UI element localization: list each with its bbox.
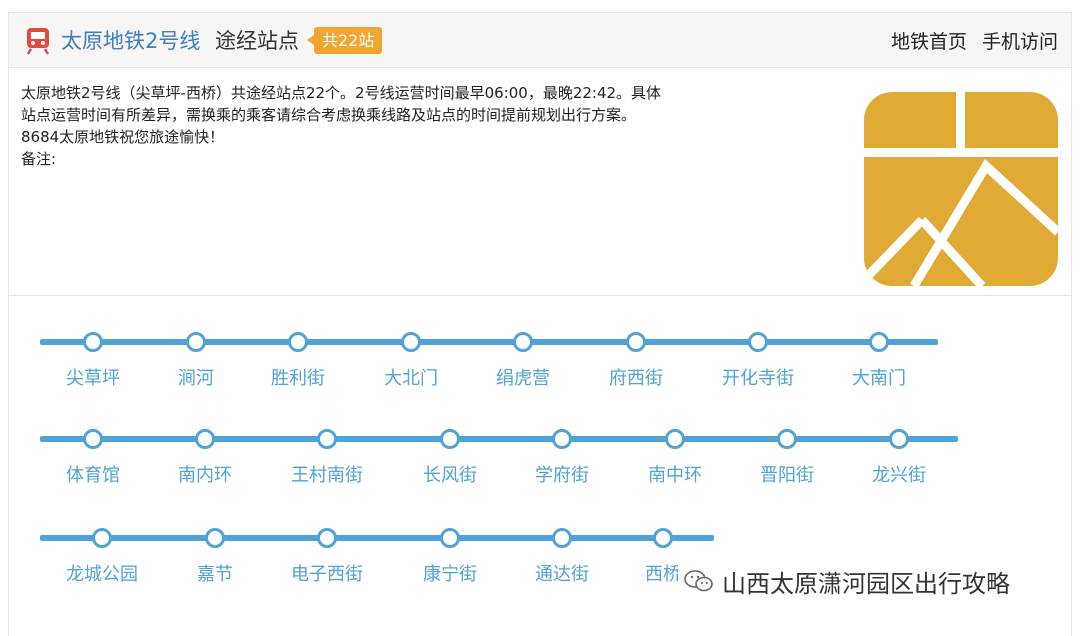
station-name[interactable]: 大南门 xyxy=(819,364,939,390)
header: 太原地铁2号线 途经站点 共22站 地铁首页 手机访问 xyxy=(8,12,1072,68)
station-name[interactable]: 胜利街 xyxy=(238,364,358,390)
station-dot[interactable] xyxy=(440,429,460,449)
station-name[interactable]: 晋阳街 xyxy=(727,461,847,487)
description-line: 太原地铁2号线（尖草坪-西桥）共途经站点22个。2号线运营时间最早06:00，最… xyxy=(21,84,662,102)
station-dot[interactable] xyxy=(195,429,215,449)
station-name[interactable]: 学府街 xyxy=(502,461,622,487)
station-dot[interactable] xyxy=(889,429,909,449)
line-segment xyxy=(40,339,938,345)
station-dot[interactable] xyxy=(83,429,103,449)
wechat-icon xyxy=(684,570,713,592)
station-dot[interactable] xyxy=(186,332,206,352)
station-name[interactable]: 王村南街 xyxy=(267,461,387,487)
station-name[interactable]: 大北门 xyxy=(351,364,471,390)
station-dot[interactable] xyxy=(205,528,225,548)
line-name[interactable]: 太原地铁2号线 xyxy=(61,25,200,55)
station-dot[interactable] xyxy=(317,528,337,548)
description-line: 站点运营时间有所差异，需换乘的乘客请综合考虑换乘线路及站点的时间提前规划出行方案… xyxy=(21,106,637,124)
description-note: 备注: xyxy=(21,150,57,168)
station-dot[interactable] xyxy=(552,429,572,449)
station-dot[interactable] xyxy=(777,429,797,449)
station-name[interactable]: 体育馆 xyxy=(33,461,153,487)
station-dot[interactable] xyxy=(626,332,646,352)
train-icon xyxy=(26,28,50,55)
station-dot[interactable] xyxy=(288,332,308,352)
station-dot[interactable] xyxy=(665,429,685,449)
page-title: 途经站点 xyxy=(215,29,299,53)
station-name[interactable]: 康宁街 xyxy=(390,560,510,586)
station-name[interactable]: 长风街 xyxy=(390,461,510,487)
station-dot[interactable] xyxy=(552,528,572,548)
station-name[interactable]: 嘉节 xyxy=(155,560,275,586)
description-text: 太原地铁2号线（尖草坪-西桥）共途经站点22个。2号线运营时间最早06:00，最… xyxy=(21,82,721,170)
station-name[interactable]: 尖草坪 xyxy=(33,364,153,390)
station-name[interactable]: 府西街 xyxy=(576,364,696,390)
metro-home-link[interactable]: 地铁首页 xyxy=(891,27,967,54)
description-panel: 太原地铁2号线（尖草坪-西桥）共途经站点22个。2号线运营时间最早06:00，最… xyxy=(8,68,1072,296)
mobile-access-link[interactable]: 手机访问 xyxy=(982,27,1058,54)
station-name[interactable]: 绢虎营 xyxy=(463,364,583,390)
taiyuan-metro-logo xyxy=(864,92,1058,286)
line-segment xyxy=(40,436,958,442)
station-dot[interactable] xyxy=(317,429,337,449)
description-line: 8684太原地铁祝您旅途愉快！ xyxy=(21,128,225,146)
station-count-badge: 共22站 xyxy=(306,27,383,54)
station-dot[interactable] xyxy=(401,332,421,352)
watermark: 山西太原潇河园区出行攻略 xyxy=(678,562,1016,600)
station-name[interactable]: 电子西街 xyxy=(267,560,387,586)
station-dot[interactable] xyxy=(869,332,889,352)
line-segment xyxy=(40,535,714,541)
station-dot[interactable] xyxy=(748,332,768,352)
station-dot[interactable] xyxy=(513,332,533,352)
station-dot[interactable] xyxy=(653,528,673,548)
station-name[interactable]: 龙兴街 xyxy=(839,461,959,487)
station-name[interactable]: 龙城公园 xyxy=(42,560,162,586)
station-name[interactable]: 南中环 xyxy=(615,461,735,487)
station-dot[interactable] xyxy=(83,332,103,352)
station-dot[interactable] xyxy=(440,528,460,548)
station-dot[interactable] xyxy=(92,528,112,548)
watermark-text: 山西太原潇河园区出行攻略 xyxy=(722,569,1010,598)
station-name[interactable]: 南内环 xyxy=(145,461,265,487)
station-name[interactable]: 开化寺街 xyxy=(698,364,818,390)
